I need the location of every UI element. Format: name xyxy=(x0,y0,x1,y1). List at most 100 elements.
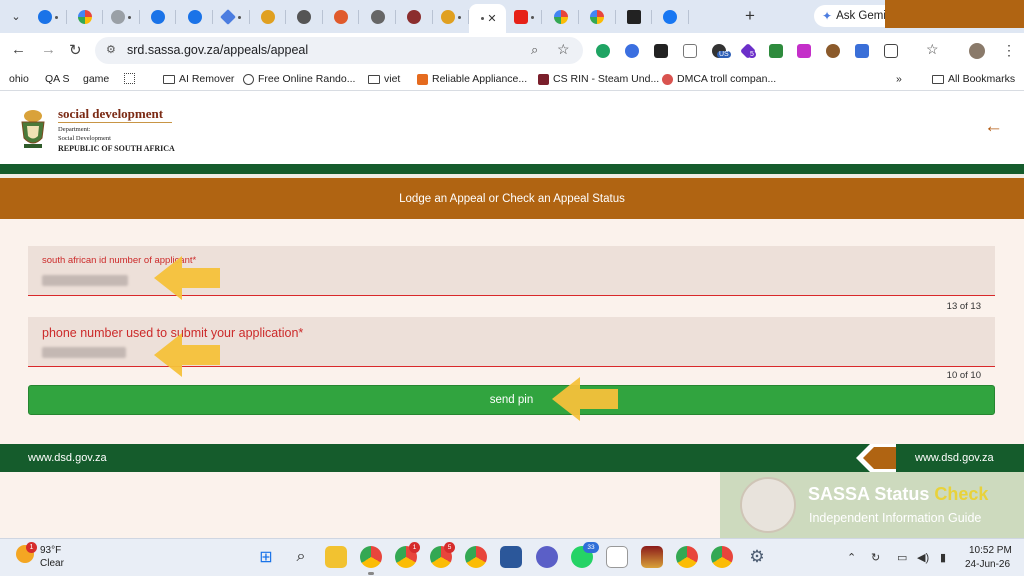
search-icon[interactable]: ⌕ xyxy=(290,546,312,568)
bookmarks-overflow-icon[interactable]: » xyxy=(896,73,902,85)
extension-icon[interactable] xyxy=(683,44,697,58)
browser-tab[interactable] xyxy=(506,4,543,30)
bookmark-star-icon[interactable]: ☆ xyxy=(557,41,570,58)
tab-list: ✕ xyxy=(30,4,689,33)
browser-tab[interactable] xyxy=(616,4,653,30)
more-menu-icon[interactable]: ⋮ xyxy=(1002,42,1016,59)
cookie-extension-icon[interactable] xyxy=(826,44,840,58)
bookmark-item[interactable]: ohio xyxy=(9,73,29,85)
footer-link-right[interactable]: www.dsd.gov.za xyxy=(915,452,994,464)
id-number-counter: 13 of 13 xyxy=(946,301,981,312)
settings-gear-icon[interactable]: ⚙ xyxy=(746,546,768,568)
zoom-icon[interactable]: ⌕ xyxy=(531,42,538,58)
messenger-icon[interactable] xyxy=(536,546,558,568)
extensions-puzzle-icon[interactable] xyxy=(884,44,898,58)
chrome-icon[interactable] xyxy=(711,546,733,568)
browser-tab[interactable] xyxy=(652,4,689,30)
profile-avatar[interactable] xyxy=(969,43,985,59)
browser-tab[interactable] xyxy=(250,4,287,30)
footer-link-left[interactable]: www.dsd.gov.za xyxy=(28,452,107,464)
tray-display-icon[interactable]: ▭ xyxy=(897,551,907,564)
send-pin-button[interactable]: send pin xyxy=(28,385,995,415)
browser-tab[interactable] xyxy=(579,4,616,30)
chrome-badge: 5 xyxy=(444,542,455,553)
browser-tab[interactable] xyxy=(176,4,213,30)
tab-search-chevron-icon[interactable]: ⌄ xyxy=(6,7,26,27)
gemini-favicon-icon xyxy=(220,9,237,25)
forward-icon[interactable]: → xyxy=(41,41,56,58)
page-title: Lodge an Appeal or Check an Appeal Statu… xyxy=(399,192,625,205)
bookmark-label: viet xyxy=(384,73,401,85)
tray-battery-icon[interactable]: ▮ xyxy=(940,551,946,564)
back-icon[interactable]: ← xyxy=(11,41,26,58)
browser-tab[interactable] xyxy=(542,4,579,30)
browser-tab[interactable] xyxy=(103,4,140,30)
windows-start-icon[interactable]: ⊞ xyxy=(255,546,277,568)
bookmark-item[interactable]: AI Remover xyxy=(163,73,234,85)
globe-icon xyxy=(243,73,254,85)
bookmark-item[interactable]: CS RIN - Steam Und... xyxy=(538,73,659,85)
browser-tab[interactable] xyxy=(213,4,250,30)
all-bookmarks-label: All Bookmarks xyxy=(948,73,1016,85)
tab-close-icon[interactable]: ✕ xyxy=(487,12,496,25)
extension-icon[interactable] xyxy=(769,44,783,58)
browser-tab[interactable] xyxy=(433,4,470,30)
snipping-tool-icon[interactable] xyxy=(606,546,628,568)
bookmark-item[interactable]: Reliable Appliance... xyxy=(417,73,527,85)
browser-tab[interactable] xyxy=(323,4,360,30)
chrome-icon[interactable] xyxy=(360,546,382,568)
active-app-indicator xyxy=(368,572,374,575)
browser-tab-active[interactable]: ✕ xyxy=(469,4,506,33)
grammarly-extension-icon[interactable] xyxy=(596,44,610,58)
tab-favicon-icon xyxy=(334,10,349,24)
all-bookmarks-button[interactable]: All Bookmarks xyxy=(932,73,1015,85)
reading-list-star-icon[interactable]: ☆ xyxy=(926,41,939,58)
gemini-sparkle-icon: ✦ xyxy=(822,9,833,23)
folder-icon xyxy=(368,74,380,84)
apps-grid-icon[interactable] xyxy=(124,73,135,84)
address-bar[interactable]: ⚙ srd.sassa.gov.za/appeals/appeal ⌕ ☆ xyxy=(95,37,583,64)
file-explorer-icon[interactable] xyxy=(325,546,347,568)
site-info-icon[interactable]: ⚙ xyxy=(106,43,116,56)
tray-speaker-icon[interactable]: ◀) xyxy=(917,551,929,564)
clock-date[interactable]: 24-Jun-26 xyxy=(965,559,1010,570)
tray-sync-icon[interactable]: ↻ xyxy=(871,551,880,564)
extension-icon[interactable] xyxy=(797,44,811,58)
tray-chevron-up-icon[interactable]: ⌃ xyxy=(847,551,856,564)
word-icon[interactable] xyxy=(500,546,522,568)
chrome-icon[interactable] xyxy=(465,546,487,568)
back-arrow-icon[interactable]: ← xyxy=(984,116,1003,138)
new-tab-icon[interactable]: + xyxy=(745,6,755,26)
browser-tab[interactable] xyxy=(286,4,323,30)
bookmarks-bar: ohio QA S game AI Remover Free Online Ra… xyxy=(0,68,1024,91)
bookmark-item[interactable]: QA S xyxy=(45,73,70,85)
id-number-value-blurred xyxy=(42,275,128,286)
bookmark-item[interactable]: Free Online Rando... xyxy=(243,73,355,85)
clock-time[interactable]: 10:52 PM xyxy=(969,545,1012,556)
bookmark-label: QA S xyxy=(45,73,70,85)
tab-dot xyxy=(531,15,535,19)
browser-tab[interactable] xyxy=(30,4,67,30)
tab-dot xyxy=(457,15,461,19)
tab-favicon-icon xyxy=(77,10,92,24)
bookmark-item[interactable]: game xyxy=(83,73,109,85)
browser-tab[interactable] xyxy=(396,4,433,30)
bookmark-label: Reliable Appliance... xyxy=(432,73,528,85)
weather-temperature[interactable]: 93°F xyxy=(40,545,61,556)
tab-dot xyxy=(481,17,485,20)
reload-icon[interactable]: ↻ xyxy=(69,41,82,59)
winrar-icon[interactable] xyxy=(641,546,663,568)
bookmark-item[interactable]: viet xyxy=(368,73,400,85)
extension-icon[interactable] xyxy=(855,44,869,58)
address-url[interactable]: srd.sassa.gov.za/appeals/appeal xyxy=(127,43,308,57)
browser-tab[interactable] xyxy=(140,4,177,30)
extension-icon[interactable] xyxy=(625,44,639,58)
extension-badge: 5 xyxy=(748,51,756,58)
extension-icon[interactable] xyxy=(654,44,668,58)
browser-tab[interactable] xyxy=(67,4,104,30)
chrome-icon[interactable] xyxy=(676,546,698,568)
weather-condition[interactable]: Clear xyxy=(40,558,64,569)
bookmark-item[interactable]: DMCA troll compan... xyxy=(662,73,776,85)
browser-tab[interactable] xyxy=(359,4,396,30)
phone-number-counter: 10 of 10 xyxy=(946,370,981,381)
